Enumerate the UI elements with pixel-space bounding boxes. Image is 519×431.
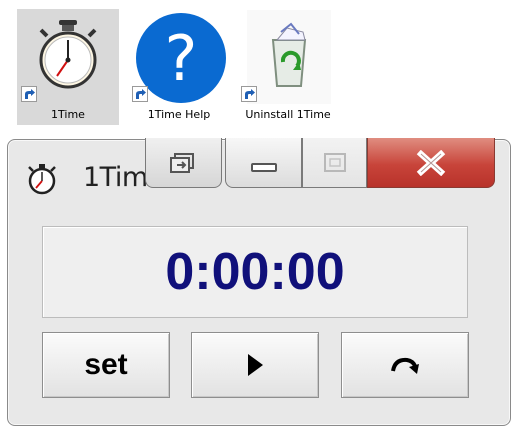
shortcut-label: 1Time xyxy=(51,108,85,121)
minimize-icon xyxy=(250,162,277,172)
shortcut-arrow-icon xyxy=(241,86,257,102)
help-icon: ? xyxy=(136,10,226,104)
set-button[interactable]: set xyxy=(42,332,170,398)
svg-text:?: ? xyxy=(165,22,198,95)
play-icon xyxy=(248,354,263,376)
shortcut-arrow-icon xyxy=(132,86,148,102)
shortcut-1time-help[interactable]: ? 1Time Help xyxy=(128,9,230,125)
stopwatch-icon xyxy=(26,162,58,196)
shortcut-label: 1Time Help xyxy=(147,108,211,121)
play-button[interactable] xyxy=(191,332,319,398)
shortcut-uninstall-1time[interactable]: Uninstall 1Time xyxy=(237,9,339,125)
restore-button[interactable] xyxy=(145,138,222,188)
stopwatch-icon xyxy=(27,10,111,104)
shortcut-1time[interactable]: 1Time xyxy=(17,9,119,125)
restore-icon xyxy=(169,152,194,173)
close-icon xyxy=(416,149,446,176)
time-readout: 0:00:00 xyxy=(165,243,345,301)
recycle-bin-icon xyxy=(247,10,331,104)
app-window: 1Time 0:00:00 set xyxy=(7,138,511,426)
minimize-button[interactable] xyxy=(225,138,302,188)
shortcut-label: Uninstall 1Time xyxy=(245,108,331,121)
set-button-label: set xyxy=(84,348,128,381)
maximize-button[interactable] xyxy=(302,138,367,188)
shortcut-arrow-icon xyxy=(21,86,37,102)
time-display: 0:00:00 xyxy=(42,226,468,318)
redo-icon xyxy=(391,357,419,374)
maximize-icon xyxy=(323,152,346,172)
close-button[interactable] xyxy=(367,138,495,188)
reset-button[interactable] xyxy=(341,332,469,398)
